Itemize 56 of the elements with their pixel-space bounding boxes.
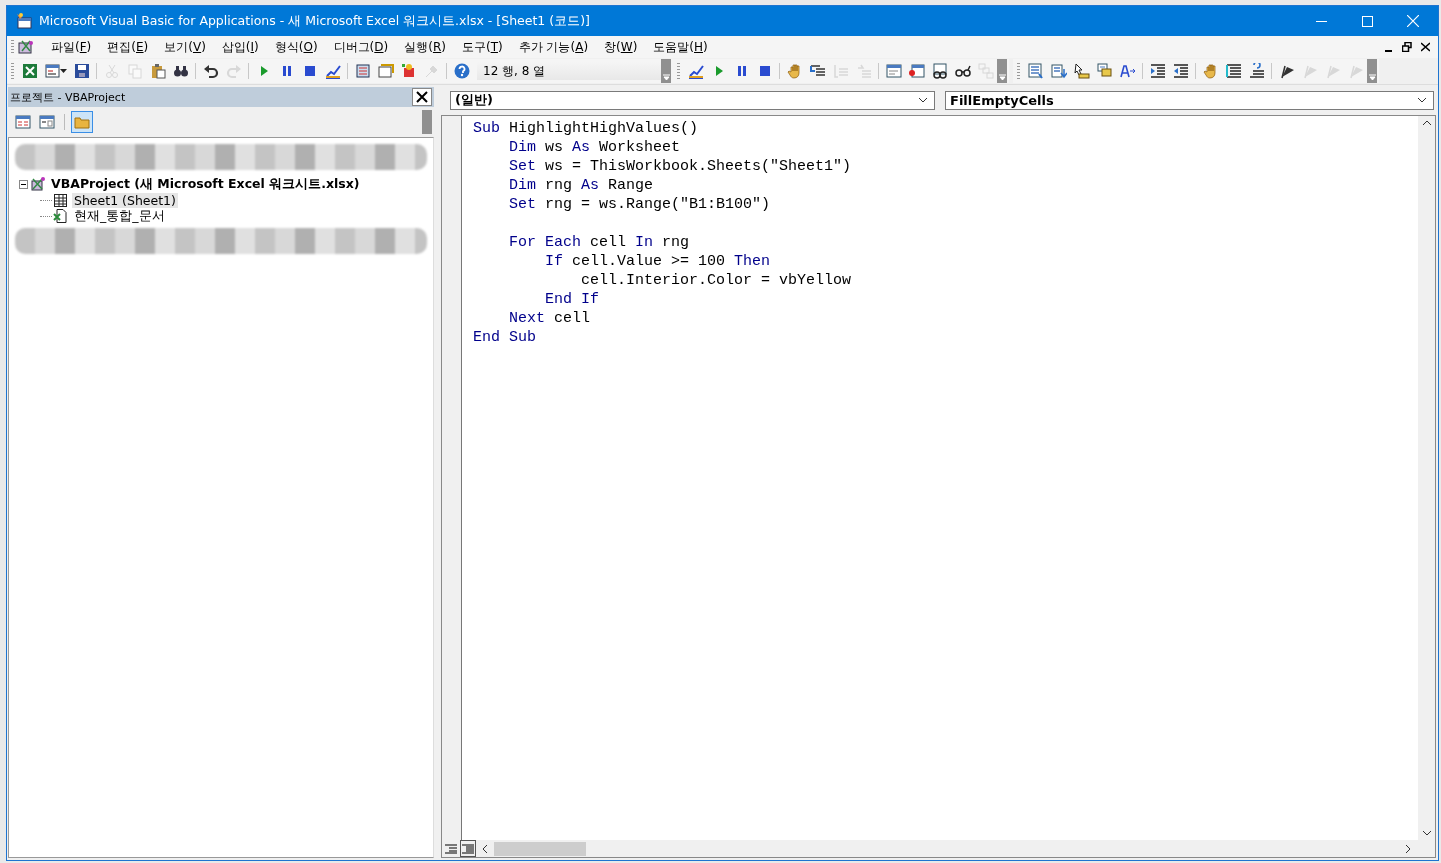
menu-item[interactable]: 도움말(H) (645, 38, 716, 56)
code-line: Next cell (508, 309, 592, 328)
close-button[interactable] (412, 88, 432, 106)
code-line: End Sub (473, 328, 537, 347)
window-title: Microsoft Visual Basic for Applications - 새 Microsoft Excel 워크시트.xlsx - [Sheet1 (코드)] (39, 12, 591, 30)
tree-item[interactable]: 현재_통합_문서 (72, 207, 167, 225)
overflow-arrow-icon[interactable] (662, 74, 670, 80)
menu-item[interactable]: 삽입(I) (213, 38, 267, 56)
scroll-right-icon[interactable] (1405, 843, 1411, 854)
object-dropdown[interactable]: (일반) (450, 90, 935, 110)
menu-item[interactable]: 디버그(D) (325, 38, 397, 56)
code-line: Set ws = ThisWorkbook.Sheets("Sheet1") (508, 157, 853, 176)
code-line: Dim rng As Range (508, 176, 655, 195)
close-icon[interactable] (1421, 42, 1430, 52)
menu-item[interactable]: 편집(E) (99, 38, 157, 56)
tree-item[interactable]: Sheet1 (Sheet1) (72, 192, 178, 208)
toggle-folders-button[interactable] (71, 111, 93, 133)
scroll-up-icon[interactable] (1421, 120, 1432, 126)
menu-item[interactable]: 형식(O) (266, 38, 326, 56)
overflow-arrow-icon[interactable] (1368, 74, 1376, 80)
vba-app-icon (15, 12, 33, 30)
code-line: cell.Interior.Color = vbYellow (580, 271, 853, 290)
menu-item[interactable]: 도구(T) (453, 38, 511, 56)
code-line: Sub HighlightHighValues() (473, 119, 700, 138)
code-line: Dim ws As Worksheet (508, 138, 682, 157)
dropdown-caret-icon[interactable] (60, 69, 68, 73)
code-line: If cell.Value >= 100 Then (544, 252, 772, 271)
vba-project-icon (30, 176, 46, 192)
toolbar-overflow-button[interactable] (1367, 59, 1377, 83)
overflow-arrow-icon[interactable] (998, 74, 1006, 80)
code-line: Set rng = ws.Range("B1:B100") (508, 195, 772, 214)
procedure-dropdown[interactable]: FillEmptyCells (945, 90, 1434, 110)
toolbar-overflow-button[interactable] (661, 59, 671, 83)
caret-icon[interactable] (1417, 97, 1427, 103)
restore-icon[interactable] (1402, 42, 1412, 52)
workbook-icon (53, 208, 69, 224)
vertical-scrollbar[interactable] (1418, 116, 1435, 840)
collapse-icon[interactable] (19, 179, 28, 189)
menu-item[interactable]: 파일(F) (43, 38, 100, 56)
scroll-down-icon[interactable] (1421, 830, 1432, 836)
pane-title: 프로젝트 - VBAProject (9, 89, 127, 105)
vba-project-icon[interactable] (17, 39, 35, 55)
caret-icon[interactable] (918, 97, 928, 103)
toolbar-overflow-button[interactable] (997, 59, 1007, 83)
horizontal-scrollbar[interactable] (476, 840, 1435, 857)
scroll-left-icon[interactable] (482, 843, 488, 854)
menu-item[interactable]: 창(W) (596, 38, 646, 56)
code-line: For Each cell In rng (508, 233, 691, 252)
code-line: End If (544, 290, 601, 309)
menu-item[interactable]: 실행(R) (396, 38, 454, 56)
full-module-view-button[interactable] (460, 840, 476, 857)
maximize-icon[interactable] (1361, 15, 1373, 27)
menu-item[interactable]: 추가 기능(A) (510, 38, 597, 56)
menu-item[interactable]: 보기(V) (156, 38, 214, 56)
tree-item[interactable]: VBAProject (새 Microsoft Excel 워크시트.xlsx) (49, 175, 362, 193)
worksheet-icon (53, 192, 69, 208)
